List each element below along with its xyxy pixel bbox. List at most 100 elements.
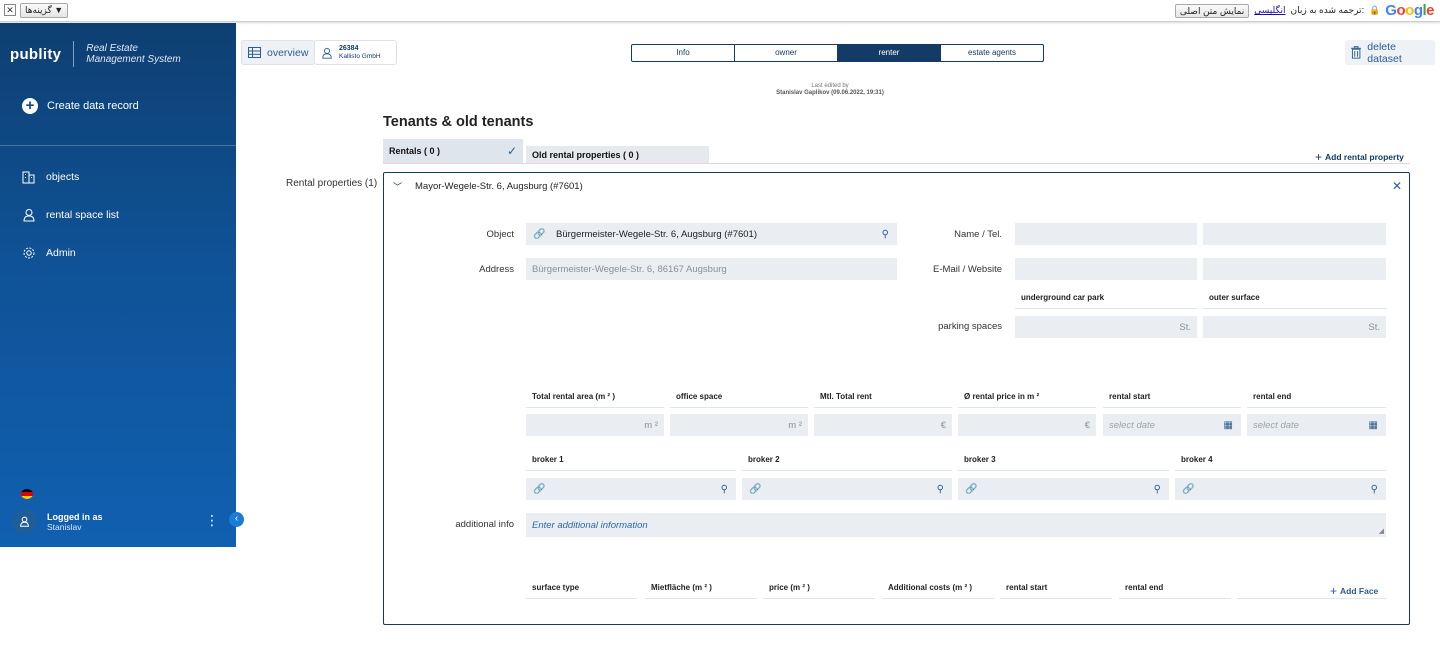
broker-2-header: broker 2 <box>742 454 952 471</box>
last-edited-label: Last edited by <box>811 83 849 89</box>
delete-label: delete dataset <box>1367 40 1402 65</box>
tab-renter[interactable]: renter <box>838 45 941 61</box>
broker-1-header: broker 1 <box>526 454 736 471</box>
overview-button[interactable]: overview <box>241 40 316 65</box>
search-icon[interactable]: ⚲ <box>1371 484 1378 495</box>
language-link[interactable]: انگلیسی <box>1254 5 1285 16</box>
sidebar-item-rental-space-list[interactable]: rental space list <box>22 208 119 222</box>
search-icon[interactable]: ⚲ <box>937 484 944 495</box>
col-surface-rental-end: rental end <box>1119 582 1231 599</box>
link-icon: 🔗 <box>749 483 762 495</box>
more-vertical-icon[interactable]: ⋮ <box>205 513 219 527</box>
tab-owner[interactable]: owner <box>735 45 838 61</box>
person-icon <box>23 209 35 222</box>
object-field[interactable]: 🔗 Bürgermeister-Wegele-Str. 6, Augsburg … <box>526 223 897 245</box>
email-field[interactable] <box>1015 258 1197 280</box>
link-icon: 🔗 <box>1182 483 1195 495</box>
office-space-field[interactable]: m ² <box>670 414 808 436</box>
logged-in-label: Logged in as <box>47 511 103 522</box>
total-rent-field[interactable]: € <box>814 414 952 436</box>
calendar-icon[interactable]: ▦ <box>1224 420 1233 431</box>
calendar-icon[interactable]: ▦ <box>1369 420 1378 431</box>
outer-parking-field[interactable]: St. <box>1203 316 1386 338</box>
plus-icon: + <box>1330 584 1338 598</box>
object-label: Object <box>486 229 514 240</box>
close-icon[interactable]: ✕ <box>1392 179 1402 193</box>
tab-rentals-label: Rentals ( 0 ) <box>389 146 441 156</box>
broker-4-field[interactable]: 🔗 ⚲ <box>1175 478 1386 500</box>
col-price: price (m ² ) <box>763 582 875 599</box>
broker-4-header: broker 4 <box>1175 454 1386 471</box>
translate-bar: ✕ گزینه‌ها ▼ نمایش متن اصلی انگلیسی ترجم… <box>0 0 1440 22</box>
page-title: Tenants & old tenants <box>383 114 534 130</box>
record-badge[interactable]: 26384 Kallisto GmbH <box>314 40 397 65</box>
additional-info-field[interactable]: Enter additional information ◢ <box>526 513 1386 537</box>
rental-start-field[interactable]: select date ▦ <box>1103 414 1241 436</box>
search-icon[interactable]: ⚲ <box>1154 484 1161 495</box>
col-rental-area: Mietfläche (m ² ) <box>645 582 757 599</box>
resize-handle-icon[interactable]: ◢ <box>1379 527 1384 535</box>
sidebar-item-label: rental space list <box>46 209 119 221</box>
col-office-space: office space <box>670 391 808 408</box>
name-field[interactable] <box>1015 223 1197 245</box>
search-icon[interactable]: ⚲ <box>882 229 889 240</box>
brand-subtitle-2: Management System <box>86 54 181 65</box>
col-surface-type: surface type <box>526 582 637 599</box>
total-area-field[interactable]: m ² <box>526 414 664 436</box>
tab-estate-agents[interactable]: estate agents <box>941 45 1043 61</box>
name-tel-label: Name / Tel. <box>954 229 1002 240</box>
object-value: Bürgermeister-Wegele-Str. 6, Augsburg (#… <box>556 228 758 240</box>
close-icon[interactable]: ✕ <box>4 4 16 16</box>
add-rental-property-button[interactable]: + Add rental property <box>1315 150 1404 164</box>
rental-properties-label: Rental properties (1) <box>286 178 378 189</box>
show-original-button[interactable]: نمایش متن اصلی <box>1174 3 1250 18</box>
tab-rentals[interactable]: Rentals ( 0 ) ✓ <box>383 139 523 163</box>
sidebar-item-admin[interactable]: Admin <box>22 246 76 260</box>
german-flag-icon[interactable] <box>21 489 33 499</box>
website-field[interactable] <box>1203 258 1386 280</box>
lock-icon: 🔒 <box>1369 5 1381 15</box>
broker-3-field[interactable]: 🔗 ⚲ <box>958 478 1169 500</box>
sidebar-item-label: objects <box>46 171 80 183</box>
chevron-down-icon[interactable]: ﹀ <box>393 180 402 193</box>
tab-info[interactable]: Info <box>632 45 735 61</box>
google-logo: Google <box>1385 2 1434 19</box>
check-icon: ✓ <box>506 144 517 158</box>
rental-start-placeholder: select date <box>1109 419 1155 431</box>
link-icon: 🔗 <box>533 483 546 495</box>
broker-1-field[interactable]: 🔗 ⚲ <box>526 478 736 500</box>
address-label: Address <box>479 264 514 275</box>
address-field[interactable]: Bürgermeister-Wegele-Str. 6, 86167 Augsb… <box>526 258 897 280</box>
tab-old-rentals[interactable]: Old rental properties ( 0 ) <box>526 146 709 163</box>
create-record-button[interactable]: + Create data record <box>22 98 139 114</box>
tel-field[interactable] <box>1203 223 1386 245</box>
rental-end-field[interactable]: select date ▦ <box>1247 414 1386 436</box>
brand: publity Real Estate Management System <box>10 41 181 67</box>
options-dropdown[interactable]: گزینه‌ها ▼ <box>20 3 69 18</box>
rental-price-field[interactable]: € <box>958 414 1096 436</box>
col-rental-price: Ø rental price in m ² <box>958 391 1096 408</box>
search-icon[interactable]: ⚲ <box>721 484 728 495</box>
chevron-left-icon[interactable]: ‹ <box>229 512 244 527</box>
additional-info-label: additional info <box>455 519 514 530</box>
delete-dataset-button[interactable]: delete dataset <box>1345 40 1435 65</box>
table-icon <box>248 47 261 58</box>
underground-parking-field[interactable]: St. <box>1015 316 1197 338</box>
plus-icon: + <box>1315 150 1323 164</box>
add-face-button[interactable]: + Add Face <box>1330 584 1378 598</box>
sidebar: publity Real Estate Management System + … <box>0 23 244 547</box>
avatar <box>12 509 37 534</box>
translated-label: ترجمه شده به زبان: <box>1290 5 1365 15</box>
link-icon: 🔗 <box>965 483 978 495</box>
broker-2-field[interactable]: 🔗 ⚲ <box>742 478 952 500</box>
link-icon: 🔗 <box>533 228 546 240</box>
col-rental-start: rental start <box>1103 391 1241 408</box>
col-surface-rental-start: rental start <box>1000 582 1112 599</box>
underground-header: underground car park <box>1015 292 1197 309</box>
add-rental-label: Add rental property <box>1325 152 1404 162</box>
sidebar-item-objects[interactable]: objects <box>22 170 79 184</box>
overview-label: overview <box>267 46 309 59</box>
email-label: E-Mail / Website <box>933 264 1002 275</box>
record-number: 26384 <box>339 44 359 52</box>
user-info: Logged in as Stanislav <box>12 509 103 534</box>
